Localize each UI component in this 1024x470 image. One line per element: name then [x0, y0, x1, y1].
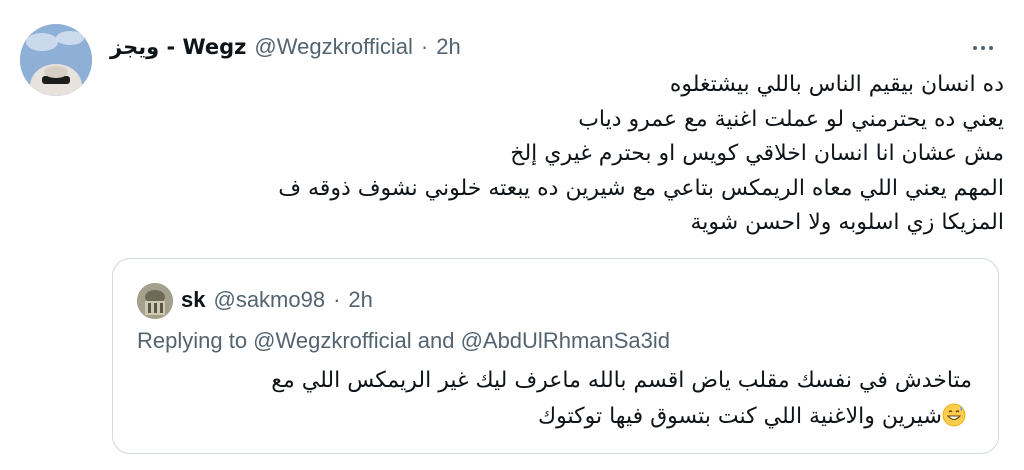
more-horizontal-icon [973, 46, 977, 50]
tweet[interactable]: ويجز - Wegz @Wegzkrofficial · 2h ده انسا… [0, 0, 1024, 470]
quoted-user-handle[interactable]: @sakmo98 [213, 287, 325, 313]
tweet-text-line: مش عشان انا انسان اخلاقي كويس او بحترم غ… [510, 141, 1004, 166]
tweet-text-line: ده انسان بيقيم الناس باللي بيشتغلوه [669, 72, 1004, 97]
quoted-timestamp[interactable]: 2h [348, 287, 372, 313]
quoted-tweet-text: متاخدش في نفسك مقلب ياض اقسم بالله ماعرف… [152, 363, 972, 435]
quoted-text-line: شيرين والاغنية اللي كنت بتسوق فيها توكتو… [538, 404, 942, 429]
quoted-display-name[interactable]: sk [181, 287, 205, 313]
tweet-text-line: المهم يعني اللي معاه الريمكس بتاعي مع شي… [278, 175, 1004, 201]
tweet-header: ويجز - Wegz @Wegzkrofficial · 2h [110, 34, 461, 60]
quoted-tweet-header: sk @sakmo98 · 2h [181, 287, 373, 313]
tweet-text-line: المزيكا زي اسلوبه ولا احسن شوية [690, 210, 1004, 235]
quoted-tweet[interactable]: sk @sakmo98 · 2h Replying to @Wegzkroffi… [112, 258, 999, 454]
user-handle[interactable]: @Wegzkrofficial [254, 34, 412, 60]
separator-dot: · [420, 34, 429, 59]
more-options-button[interactable] [968, 38, 998, 58]
grinning-sweat-emoji-icon [942, 403, 966, 427]
quoted-text-line: متاخدش في نفسك مقلب ياض اقسم بالله ماعرف… [271, 368, 972, 393]
tweet-text-line: يعني ده يحترمني لو عملت اغنية مع عمرو دي… [578, 106, 1004, 132]
display-name[interactable]: ويجز - Wegz [110, 34, 246, 60]
quoted-separator-dot: · [333, 287, 341, 312]
timestamp[interactable]: 2h [436, 34, 460, 60]
quoted-avatar[interactable] [137, 283, 173, 319]
replying-to-label[interactable]: Replying to @Wegzkrofficial and @AbdUlRh… [137, 327, 670, 355]
avatar[interactable] [20, 24, 92, 96]
tweet-text: ده انسان بيقيم الناس باللي بيشتغلوه يعني… [104, 68, 1004, 241]
quoted-avatar-image [137, 283, 173, 319]
avatar-image [20, 24, 92, 96]
quoted-text-line-with-emoji: شيرين والاغنية اللي كنت بتسوق فيها توكتو… [152, 399, 972, 435]
more-horizontal-icon-dot [981, 46, 985, 50]
more-horizontal-icon-dot [989, 46, 993, 50]
